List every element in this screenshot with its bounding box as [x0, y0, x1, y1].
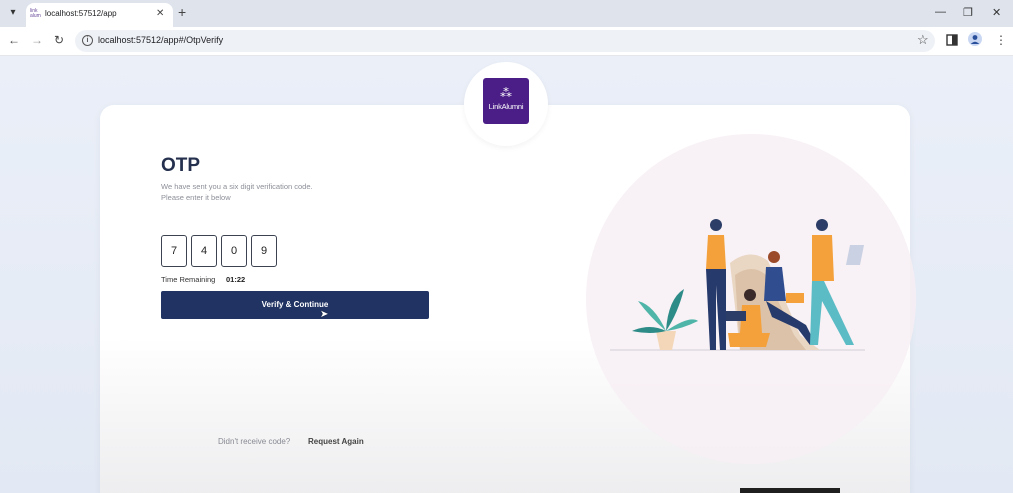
browser-toolbar: ← → ↻ i localhost:57512/app#/OtpVerify ☆… [0, 27, 1013, 56]
close-icon[interactable]: ✕ [156, 8, 164, 19]
browser-menu-icon[interactable]: ⋮ [995, 33, 1007, 47]
site-info-icon[interactable]: i [82, 35, 93, 46]
resend-prompt: Didn't receive code? [218, 437, 291, 446]
otp-digit-input[interactable]: 7 [161, 235, 187, 267]
page-title: OTP [161, 155, 201, 176]
otp-subtitle: We have sent you a six digit verificatio… [161, 182, 313, 202]
tab-search-button[interactable]: ▾ [5, 5, 21, 21]
reload-icon[interactable]: ↻ [54, 33, 64, 47]
bookmark-star-icon[interactable]: ☆ [917, 32, 929, 48]
otp-digit-input[interactable]: 4 [191, 235, 217, 267]
side-panel-icon[interactable] [946, 34, 958, 46]
minimize-icon[interactable]: — [935, 6, 946, 18]
verify-continue-button[interactable]: Verify & Continue [161, 291, 429, 319]
mouse-cursor-icon: ➤ [320, 309, 329, 320]
address-bar[interactable]: i localhost:57512/app#/OtpVerify ☆ [75, 30, 935, 52]
favicon-icon: link alum [30, 8, 41, 19]
url-text[interactable]: localhost:57512/app#/OtpVerify [98, 35, 223, 45]
forward-icon[interactable]: → [31, 33, 43, 47]
logo-mark-icon: ⁂ [500, 86, 512, 100]
window-close-icon[interactable]: ✕ [992, 6, 1001, 19]
browser-tab[interactable]: link alum localhost:57512/app ✕ [26, 3, 173, 27]
otp-digit-input[interactable]: 9 [251, 235, 277, 267]
logo-text: LinkAlumni [488, 102, 524, 111]
plant-icon [632, 289, 698, 350]
linkalumni-logo: ⁂ LinkAlumni [483, 78, 529, 124]
time-remaining-label: Time Remaining [161, 275, 216, 284]
tab-title: localhost:57512/app [45, 9, 117, 18]
logo-badge: ⁂ LinkAlumni [464, 62, 548, 146]
students-illustration [610, 219, 865, 351]
scrollbar[interactable] [740, 488, 840, 493]
tab-strip: ▾ link alum localhost:57512/app ✕ + — ❐ … [0, 0, 1013, 27]
time-remaining-value: 01:22 [226, 275, 246, 284]
otp-digit-input[interactable]: 0 [221, 235, 247, 267]
request-again-link[interactable]: Request Again [308, 437, 364, 446]
profile-avatar-icon[interactable] [968, 32, 982, 46]
restore-icon[interactable]: ❐ [963, 6, 973, 19]
new-tab-icon[interactable]: + [178, 4, 186, 20]
page: OTP We have sent you a six digit verific… [0, 56, 1013, 493]
otp-card: OTP We have sent you a six digit verific… [100, 105, 916, 493]
back-icon[interactable]: ← [8, 33, 20, 47]
